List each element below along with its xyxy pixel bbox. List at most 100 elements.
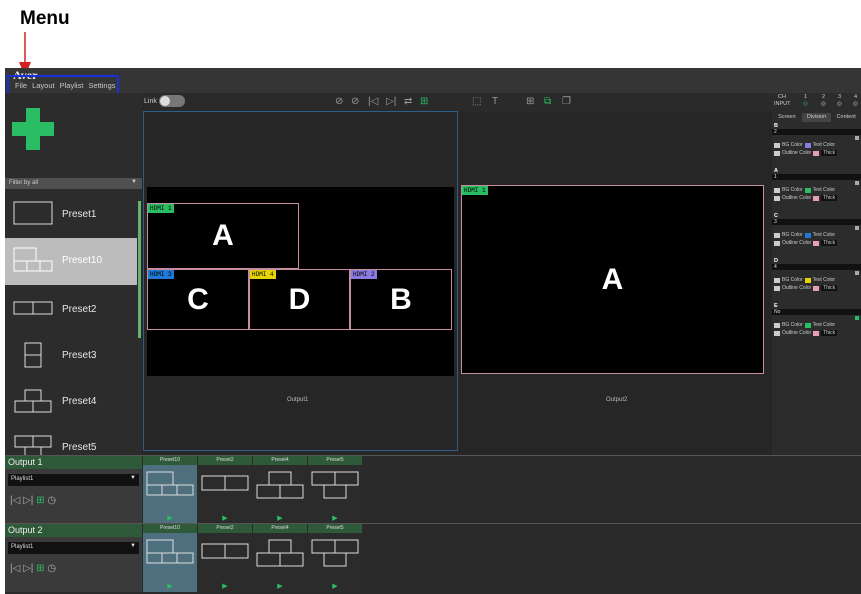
opacity-slider[interactable] <box>772 270 861 276</box>
grid-icon[interactable]: ⊞ <box>420 96 428 107</box>
play-icon[interactable]: ▶ <box>198 582 252 592</box>
tab-content[interactable]: Content <box>831 113 861 122</box>
outline-color-label[interactable]: Outline Color <box>782 240 811 246</box>
menu-settings[interactable]: Settings <box>88 81 115 90</box>
mute-video-icon[interactable]: ⊘ <box>351 96 359 107</box>
playlist-thumb[interactable]: Preset4 ▶ <box>253 456 307 524</box>
mute-audio-icon[interactable]: ⊘ <box>335 96 343 107</box>
play-icon[interactable]: ▶ <box>253 582 307 592</box>
previous-icon[interactable]: |◁ <box>368 96 378 107</box>
playlist-thumb[interactable]: Preset5 ▶ <box>308 456 362 524</box>
bg-color-label[interactable]: BG Color <box>782 277 803 283</box>
thick-select[interactable]: Thick <box>821 195 838 201</box>
window-d[interactable]: HDMI 4 D <box>249 269 350 330</box>
previous-icon[interactable]: |◁ <box>10 495 20 506</box>
play-icon[interactable]: ▶ <box>143 582 197 592</box>
bg-color-label[interactable]: BG Color <box>782 142 803 148</box>
channel-3[interactable]: 3 <box>838 94 841 100</box>
opacity-slider[interactable] <box>772 135 861 141</box>
outline-color-label[interactable]: Outline Color <box>782 285 811 291</box>
playlist-thumb[interactable]: Preset2 ▶ <box>198 456 252 524</box>
menu-layout[interactable]: Layout <box>32 81 55 90</box>
play-icon[interactable]: ▶ <box>308 582 362 592</box>
preset-item-4[interactable]: Preset4 <box>5 379 137 426</box>
input-1-indicator-icon[interactable]: ◎ <box>803 101 808 107</box>
channel-4[interactable]: 4 <box>854 94 857 100</box>
bring-front-icon[interactable]: ⬚ <box>472 96 481 107</box>
copy-icon[interactable]: ❐ <box>562 96 571 107</box>
layout-quad-icon <box>146 471 194 496</box>
tab-screen[interactable]: Screen <box>772 113 802 122</box>
resize-icon[interactable]: ⧉ <box>544 96 551 107</box>
window-b[interactable]: HDMI 2 B <box>350 269 452 330</box>
outline-color-label[interactable]: Outline Color <box>782 330 811 336</box>
output-2-row: Output 2 Playlist1 ▼ |◁ ▷| ⊞ ◷ Preset10 ▶… <box>5 524 861 592</box>
filter-label: Filter by all <box>9 180 39 186</box>
channel-1[interactable]: 1 <box>804 94 807 100</box>
text-color-label[interactable]: Text Color <box>813 142 836 148</box>
bg-color-label[interactable]: BG Color <box>782 187 803 193</box>
thick-select[interactable]: Thick <box>821 285 838 291</box>
window-a[interactable]: HDMI 1 A <box>461 185 764 374</box>
tab-division[interactable]: Division <box>801 113 832 122</box>
add-preset-button[interactable] <box>12 108 54 150</box>
next-icon[interactable]: ▷| <box>386 96 396 107</box>
text-color-label[interactable]: Text Color <box>813 187 836 193</box>
outline-color-label[interactable]: Outline Color <box>782 150 811 156</box>
preset-item-10[interactable]: Preset10 <box>5 238 137 285</box>
opacity-slider[interactable] <box>772 225 861 231</box>
preset-item-3[interactable]: Preset3 <box>5 333 137 380</box>
channel-2[interactable]: 2 <box>822 94 825 100</box>
playlist-thumb[interactable]: Preset10 ▶ <box>143 524 197 592</box>
layout-pyramid-icon <box>256 539 304 567</box>
next-icon[interactable]: ▷| <box>23 495 33 506</box>
opacity-slider[interactable] <box>772 180 861 186</box>
grid-icon[interactable]: ⊞ <box>36 495 44 506</box>
playlist-thumb[interactable]: Preset4 ▶ <box>253 524 307 592</box>
preset-scrollbar[interactable] <box>138 201 141 338</box>
window-a[interactable]: HDMI 1 A <box>147 203 299 269</box>
playlist-value: Playlist1 <box>11 544 34 550</box>
filter-dropdown[interactable]: Filter by all ▼ <box>5 178 142 189</box>
output-1-row: Output 1 Playlist1 ▼ |◁ ▷| ⊞ ◷ Preset10 ▶… <box>5 456 861 524</box>
playlist-select[interactable]: Playlist1 ▼ <box>8 474 139 486</box>
text-color-label[interactable]: Text Color <box>813 232 836 238</box>
preset-label: Preset5 <box>62 442 97 453</box>
playlist-thumb[interactable]: Preset2 ▶ <box>198 524 252 592</box>
previous-icon[interactable]: |◁ <box>10 563 20 574</box>
layout-canvas: HDMI 1 A HDMI 3 C HDMI 4 D HDMI 2 B Outp… <box>142 111 772 456</box>
playlist-thumb[interactable]: Preset5 ▶ <box>308 524 362 592</box>
grid-icon[interactable]: ⊞ <box>36 563 44 574</box>
source-tag: HDMI 3 <box>148 270 174 279</box>
swap-icon[interactable]: ⇄ <box>404 96 412 107</box>
playlist-thumb[interactable]: Preset10 ▶ <box>143 456 197 524</box>
menu-playlist[interactable]: Playlist <box>60 81 84 90</box>
timer-icon[interactable]: ◷ <box>47 495 56 506</box>
menu-file[interactable]: File <box>15 81 27 90</box>
playlist-select[interactable]: Playlist1 ▼ <box>8 542 139 554</box>
timer-icon[interactable]: ◷ <box>47 563 56 574</box>
input-4-indicator-icon[interactable]: ◎ <box>853 101 858 107</box>
input-3-indicator-icon[interactable]: ◎ <box>837 101 842 107</box>
outline-color-label[interactable]: Outline Color <box>782 195 811 201</box>
text-icon[interactable]: T <box>492 96 498 107</box>
preset-item-1[interactable]: Preset1 <box>5 192 137 239</box>
output1-screen[interactable]: HDMI 1 A HDMI 3 C HDMI 4 D HDMI 2 B <box>147 187 454 376</box>
thick-select[interactable]: Thick <box>821 330 838 336</box>
bg-color-label[interactable]: BG Color <box>782 322 803 328</box>
thumb-label: Preset4 <box>253 524 307 533</box>
preset-item-2[interactable]: Preset2 <box>5 287 137 334</box>
thick-select[interactable]: Thick <box>821 240 838 246</box>
text-color-label[interactable]: Text Color <box>813 322 836 328</box>
section-c: C 3 BG Color Text Color Outline Color Thic… <box>772 213 861 257</box>
next-icon[interactable]: ▷| <box>23 563 33 574</box>
output2-screen[interactable]: HDMI 1 A <box>461 185 764 374</box>
text-color-label[interactable]: Text Color <box>813 277 836 283</box>
thick-select[interactable]: Thick <box>821 150 838 156</box>
bg-color-label[interactable]: BG Color <box>782 232 803 238</box>
window-c[interactable]: HDMI 3 C <box>147 269 249 330</box>
input-2-indicator-icon[interactable]: ◎ <box>821 101 826 107</box>
link-toggle[interactable] <box>159 95 185 107</box>
split-grid-icon[interactable]: ⊞ <box>526 96 534 107</box>
opacity-slider[interactable] <box>772 315 861 321</box>
